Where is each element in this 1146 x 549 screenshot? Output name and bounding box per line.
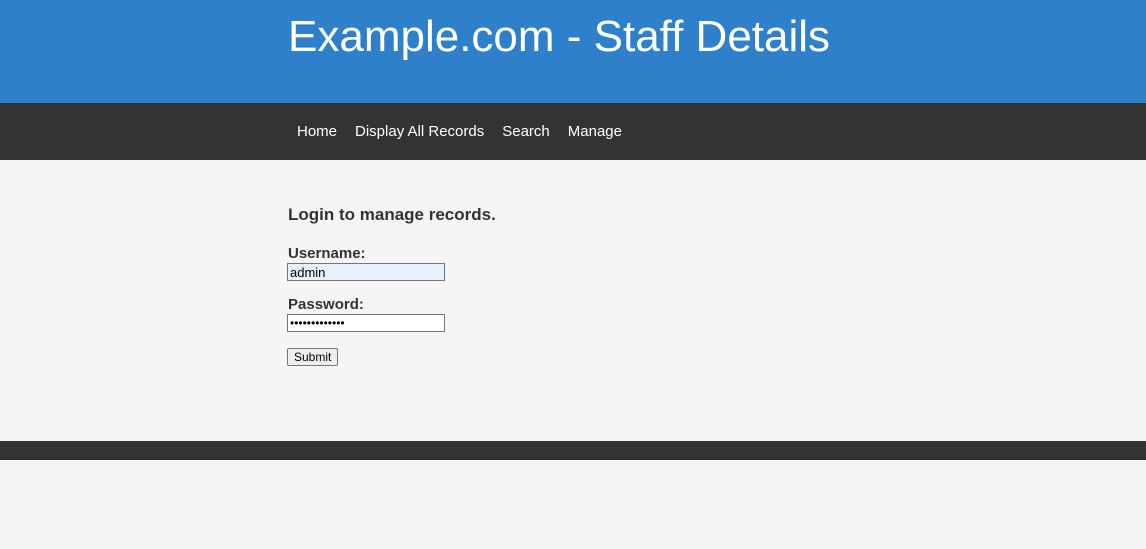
password-input[interactable] (287, 314, 445, 332)
nav-link-home[interactable]: Home (288, 123, 346, 140)
username-label: Username: (288, 245, 366, 262)
password-label: Password: (288, 296, 364, 313)
username-input[interactable] (287, 263, 445, 281)
site-header: Example.com - Staff Details (0, 0, 1146, 103)
footer-bar (0, 441, 1146, 460)
main-navigation: Home Display All Records Search Manage (0, 103, 1146, 160)
login-section: Login to manage records. Username: Passw… (287, 160, 888, 441)
login-heading: Login to manage records. (288, 205, 496, 224)
submit-button[interactable]: Submit (287, 348, 339, 366)
nav-link-search[interactable]: Search (493, 123, 559, 140)
nav-link-manage[interactable]: Manage (559, 123, 631, 140)
nav-link-display-all-records[interactable]: Display All Records (346, 123, 493, 140)
nav-list: Home Display All Records Search Manage (288, 103, 631, 160)
site-title: Example.com - Staff Details (288, 12, 831, 61)
